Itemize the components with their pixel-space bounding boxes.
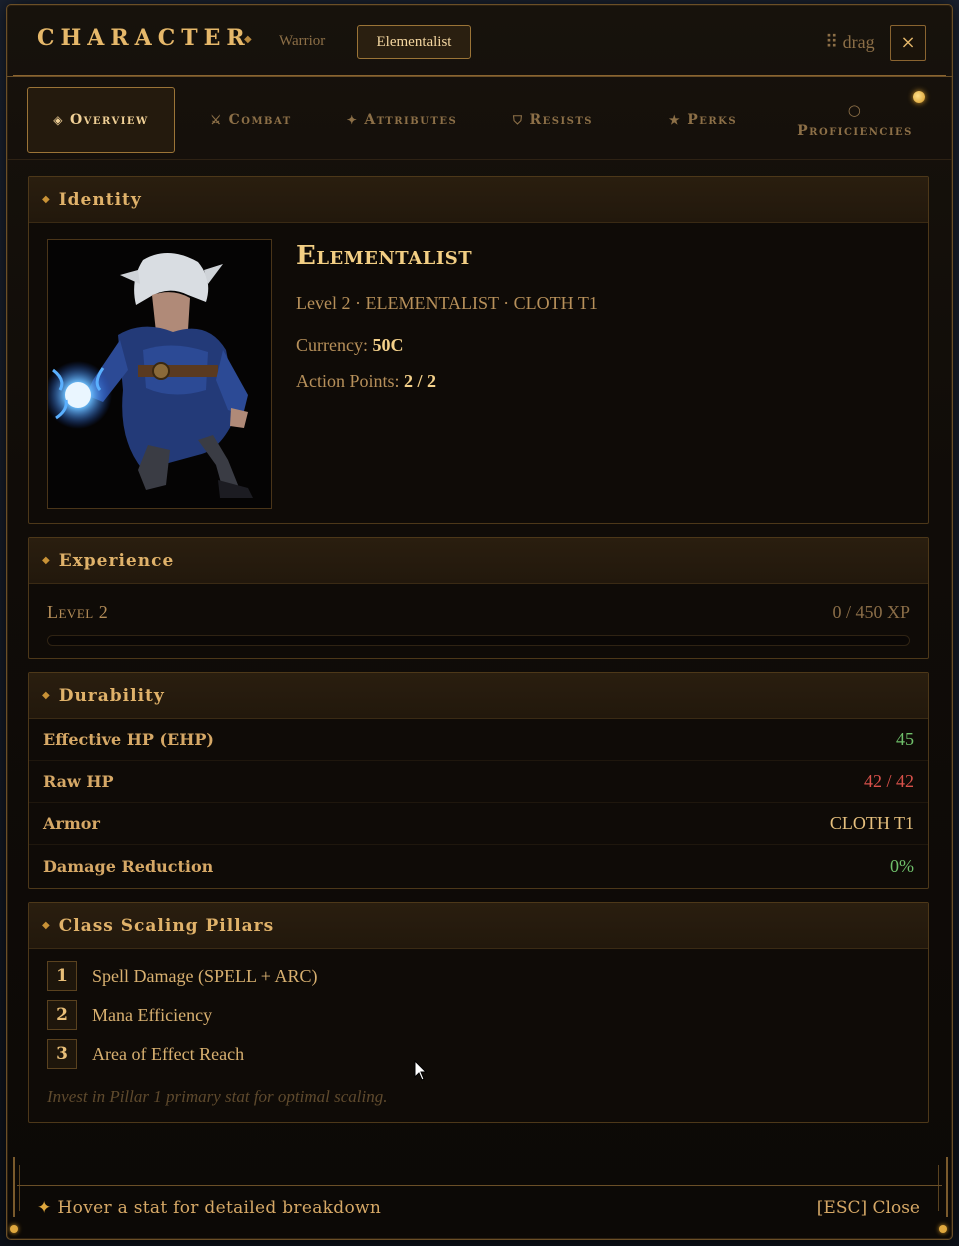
- frame-ornament-left: [13, 1157, 27, 1217]
- identity-section: ◆ Identity Elementalist Level 2 · ELEMEN…: [28, 176, 929, 524]
- tab-label: Perks: [687, 112, 738, 128]
- tab-combat[interactable]: ⚔ Combat: [177, 87, 325, 153]
- stat-value: 45: [896, 729, 914, 749]
- sparkle-icon: ✦: [37, 1198, 52, 1218]
- section-header: ◆ Durability: [29, 673, 928, 719]
- class-tab-elementalist[interactable]: Elementalist: [357, 25, 471, 59]
- pillar-text: Mana Efficiency: [92, 1004, 213, 1025]
- circle-icon: ○: [847, 101, 863, 119]
- star-icon: ★: [668, 113, 682, 127]
- tab-label: Proficiencies: [797, 123, 913, 139]
- character-name: Elementalist: [296, 241, 473, 271]
- frame-ornament-right: [934, 1157, 948, 1217]
- class-tab-warrior[interactable]: Warrior: [279, 33, 325, 50]
- stat-value: CLOTH T1: [829, 813, 914, 833]
- section-title: Durability: [58, 685, 165, 706]
- close-button[interactable]: ×: [890, 25, 926, 61]
- stat-value: 0%: [890, 855, 914, 876]
- currency-label: Currency:: [296, 335, 368, 355]
- character-subtitle: Level 2 · ELEMENTALIST · CLOTH T1: [296, 293, 598, 313]
- section-title: Experience: [58, 550, 175, 571]
- tab-overview[interactable]: ◈ Overview: [27, 87, 175, 153]
- xp-progress-bar: [47, 635, 910, 646]
- xp-value: 0 / 450 XP: [832, 602, 910, 622]
- action-points-line: Action Points: 2 / 2: [296, 371, 436, 392]
- diamond-icon: ◆: [42, 920, 51, 931]
- pillar-item: 1 Spell Damage (SPELL + ARC): [47, 961, 317, 991]
- experience-section: ◆ Experience Level 2 0 / 450 XP: [28, 537, 929, 659]
- pillar-text: Spell Damage (SPELL + ARC): [92, 965, 318, 986]
- pillar-text: Area of Effect Reach: [92, 1043, 245, 1064]
- ornament-dot-icon: [939, 1225, 947, 1233]
- footer-hint-text: Hover a stat for detailed breakdown: [57, 1198, 382, 1218]
- stat-row-damage-reduction[interactable]: Damage Reduction 0%: [29, 845, 928, 887]
- stat-label: Raw HP: [43, 772, 114, 791]
- ornament-dot-icon: [10, 1225, 18, 1233]
- footer-hint: ✦ Hover a stat for detailed breakdown: [37, 1198, 381, 1218]
- pillar-item: 3 Area of Effect Reach: [47, 1039, 244, 1069]
- pillar-number: 3: [47, 1039, 77, 1069]
- window-title: CHARACTER: [37, 25, 251, 51]
- diamond-icon: ◆: [42, 690, 51, 701]
- stat-value: 42 / 42: [863, 771, 914, 791]
- tab-label: Resists: [529, 112, 594, 128]
- pillar-hint: Invest in Pillar 1 primary stat for opti…: [47, 1087, 388, 1106]
- pillar-number: 2: [47, 1000, 77, 1030]
- star-burst-icon: ✦: [346, 113, 359, 127]
- action-points-value: 2 / 2: [404, 371, 437, 391]
- stat-label: Damage Reduction: [43, 856, 214, 876]
- drag-handle[interactable]: ⠿ drag: [825, 32, 875, 53]
- pillar-number: 1: [47, 961, 77, 991]
- stat-row-ehp[interactable]: Effective HP (EHP) 45: [29, 719, 928, 761]
- esc-close-button[interactable]: [ESC] Close: [817, 1198, 920, 1218]
- pillar-item: 2 Mana Efficiency: [47, 1000, 212, 1030]
- currency-line: Currency: 50C: [296, 335, 403, 356]
- notification-dot: [913, 91, 925, 103]
- tab-attributes[interactable]: ✦ Attributes: [328, 87, 476, 153]
- stat-row-armor[interactable]: Armor CLOTH T1: [29, 803, 928, 845]
- character-window: CHARACTER ◆ Warrior Elementalist ⠿ drag …: [6, 4, 953, 1240]
- section-title: Identity: [58, 189, 142, 210]
- swords-icon: ⚔: [210, 113, 223, 127]
- stat-row-raw-hp[interactable]: Raw HP 42 / 42: [29, 761, 928, 803]
- tab-label: Attributes: [364, 112, 458, 128]
- tab-resists[interactable]: ⛉ Resists: [479, 87, 627, 153]
- diamond-icon: ◆: [42, 194, 51, 205]
- stat-label: Armor: [43, 814, 100, 833]
- shield-icon: ⛉: [512, 112, 524, 127]
- section-header: ◆ Identity: [29, 177, 928, 223]
- stat-label: Effective HP (EHP): [43, 730, 214, 749]
- diamond-icon: ◆: [42, 555, 51, 566]
- diamond-ornament-icon: ◆: [244, 34, 252, 45]
- tab-bar: ◈ Overview ⚔ Combat ✦ Attributes ⛉ Resis…: [7, 83, 952, 160]
- diamond-icon: ◈: [53, 113, 64, 127]
- footer-divider: [17, 1185, 942, 1186]
- currency-value: 50C: [372, 335, 404, 355]
- character-portrait: [47, 239, 272, 509]
- tab-label: Overview: [69, 112, 149, 128]
- section-header: ◆ Experience: [29, 538, 928, 584]
- mouse-cursor-icon: [414, 1060, 428, 1081]
- tab-proficiencies[interactable]: ○ Proficiencies: [781, 87, 929, 153]
- tab-label: Combat: [228, 112, 292, 128]
- action-points-label: Action Points:: [296, 371, 400, 391]
- section-title: Class Scaling Pillars: [58, 915, 275, 936]
- class-scaling-pillars-section: ◆ Class Scaling Pillars 1 Spell Damage (…: [28, 902, 929, 1123]
- section-header: ◆ Class Scaling Pillars: [29, 903, 928, 949]
- xp-level-label: Level 2: [47, 602, 109, 622]
- window-header[interactable]: CHARACTER ◆ Warrior Elementalist ⠿ drag …: [7, 5, 952, 77]
- durability-section: ◆ Durability Effective HP (EHP) 45 Raw H…: [28, 672, 929, 889]
- header-divider: [13, 75, 946, 76]
- tab-perks[interactable]: ★ Perks: [629, 87, 777, 153]
